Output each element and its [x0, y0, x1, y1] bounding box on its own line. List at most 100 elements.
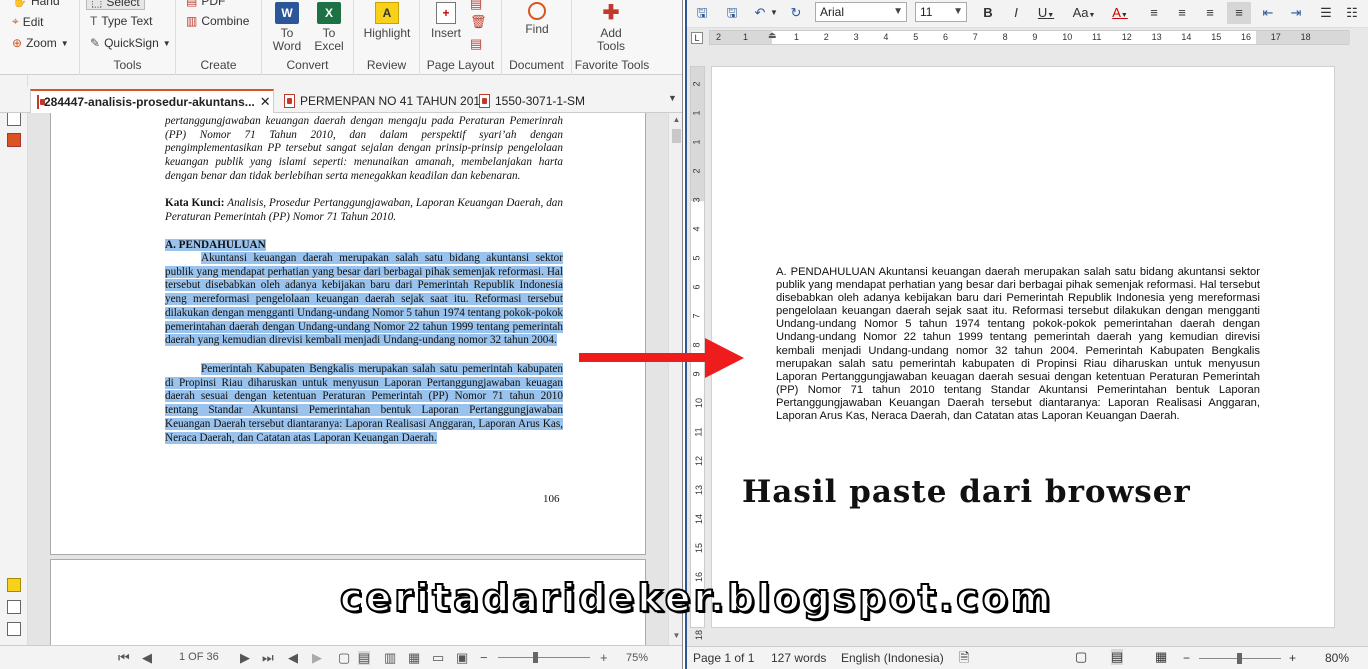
- edit-tool-button[interactable]: ⌖ Edit: [12, 14, 43, 29]
- previous-page-icon[interactable]: ◀: [142, 651, 152, 665]
- ruler-number: 15: [1211, 32, 1222, 42]
- vruler-number: 2: [691, 168, 702, 174]
- decrease-indent-icon[interactable]: ⇤: [1259, 4, 1277, 22]
- zoom-in-icon[interactable]: +: [600, 651, 608, 665]
- zoom-slider-thumb[interactable]: [533, 652, 538, 663]
- language-status[interactable]: English (Indonesia): [841, 651, 944, 665]
- ruler-number: 2: [716, 32, 722, 42]
- facing-view-icon[interactable]: ▥: [384, 651, 396, 665]
- add-tools-button[interactable]: ✚ Add Tools: [586, 0, 636, 53]
- zoom-out-icon[interactable]: −: [1183, 651, 1190, 665]
- attachment-icon[interactable]: [7, 600, 21, 614]
- comment-icon[interactable]: [7, 578, 21, 592]
- rotate-page-icon[interactable]: ▤: [470, 36, 482, 52]
- first-page-icon[interactable]: ⏮: [118, 651, 130, 665]
- increase-indent-icon[interactable]: ⇥: [1287, 4, 1305, 22]
- italic-icon[interactable]: I: [1007, 4, 1025, 22]
- highlight-button[interactable]: A Highlight: [360, 0, 414, 40]
- web-layout-icon[interactable]: ▦: [1155, 649, 1167, 665]
- side-panel-strip: [0, 75, 28, 645]
- group-title-favorite-tools: Favorite Tools: [574, 58, 650, 72]
- word-page[interactable]: A. PENDAHULUAN Akuntansi keuangan daerah…: [711, 66, 1335, 628]
- hand-tool-button[interactable]: ✋ Hand: [12, 0, 60, 8]
- ruler-number: 7: [972, 32, 978, 42]
- forward-icon[interactable]: ▶: [312, 651, 322, 665]
- search-icon: [528, 2, 546, 20]
- redo-icon[interactable]: ↻: [787, 4, 805, 22]
- change-case-icon[interactable]: Aa▼: [1069, 4, 1099, 22]
- ruler-number: 2: [823, 32, 829, 42]
- undo-icon[interactable]: ↶: [751, 4, 769, 22]
- reading-view-icon[interactable]: ▣: [456, 651, 468, 665]
- align-left-icon[interactable]: ≡: [1145, 4, 1163, 22]
- insert-button[interactable]: + Insert: [426, 0, 466, 40]
- word-zoom-level[interactable]: 80%: [1325, 651, 1349, 665]
- zoom-in-icon[interactable]: +: [1289, 651, 1296, 665]
- tab-document-1[interactable]: 284447-analisis-prosedur-akuntans... ✕: [30, 89, 274, 113]
- pdf-create-button[interactable]: ▤ PDF: [186, 0, 225, 8]
- zoom-slider[interactable]: [498, 657, 590, 658]
- next-page-icon[interactable]: ▶: [240, 651, 250, 665]
- ribbon-group-favorite-tools: ✚ Add Tools Favorite Tools: [572, 0, 652, 75]
- zoom-tool-button[interactable]: ⊕ Zoom ▼: [12, 36, 69, 50]
- properties-icon[interactable]: [7, 622, 21, 636]
- underline-icon[interactable]: U▼: [1035, 4, 1057, 22]
- continuous-view-icon[interactable]: ▤: [358, 651, 371, 665]
- delete-page-icon[interactable]: 🗑: [470, 14, 487, 30]
- print-layout-icon[interactable]: ▤: [1111, 649, 1124, 665]
- paragraph-2: Pemerintah Kabupaten Bengkalis merupakan…: [165, 363, 563, 444]
- pasted-text[interactable]: A. PENDAHULUAN Akuntansi keuangan daerah…: [776, 266, 1260, 423]
- page-thumbnails-icon[interactable]: [7, 112, 21, 126]
- read-mode-icon[interactable]: ▢: [1075, 649, 1087, 665]
- indent-marker-icon[interactable]: ⏏: [768, 30, 777, 41]
- select-tool-button[interactable]: ⬚ Select: [86, 0, 145, 10]
- close-icon[interactable]: ✕: [260, 94, 271, 110]
- quicksign-button[interactable]: ✎ QuickSign ▼: [90, 36, 171, 50]
- tab-stop-selector-icon[interactable]: L: [691, 32, 703, 44]
- vertical-scrollbar[interactable]: ▲ ▼: [668, 113, 682, 645]
- back-icon[interactable]: ◀: [288, 651, 298, 665]
- find-button[interactable]: Find: [510, 0, 564, 36]
- vruler-number: 1: [691, 110, 702, 116]
- save-as-icon[interactable]: 🖫: [723, 4, 741, 22]
- word-zoom-slider-thumb[interactable]: [1237, 653, 1242, 664]
- tab-document-3[interactable]: 1550-3071-1-SM: [473, 89, 591, 113]
- section-heading: A. PENDAHULUAN: [165, 239, 266, 251]
- save-icon[interactable]: 🖫: [693, 4, 711, 22]
- align-right-icon[interactable]: ≡: [1201, 4, 1219, 22]
- to-excel-button[interactable]: X To Excel: [310, 0, 348, 53]
- font-size-select[interactable]: 11 ▼: [915, 2, 967, 22]
- justify-icon[interactable]: ≡: [1227, 2, 1251, 24]
- layers-icon[interactable]: [7, 133, 21, 147]
- scroll-up-icon[interactable]: ▲: [669, 113, 682, 127]
- word-count-status[interactable]: 127 words: [771, 651, 826, 665]
- last-page-icon[interactable]: ⏭: [262, 651, 274, 665]
- font-name-select[interactable]: Arial ▼: [815, 2, 907, 22]
- bold-icon[interactable]: B: [979, 4, 997, 22]
- page-extract-icon[interactable]: ▤: [470, 0, 482, 12]
- combine-button[interactable]: ▥ Combine: [186, 14, 249, 28]
- to-word-button[interactable]: W To Word: [268, 0, 306, 53]
- numbering-icon[interactable]: ☷: [1343, 4, 1361, 22]
- type-text-button[interactable]: T Type Text: [90, 14, 152, 28]
- page-indicator[interactable]: 1 OF 36: [179, 650, 219, 664]
- continuous-facing-view-icon[interactable]: ▦: [408, 651, 420, 665]
- tab-document-2[interactable]: PERMENPAN NO 41 TAHUN 2018: [278, 89, 493, 113]
- page-count-status[interactable]: Page 1 of 1: [693, 651, 754, 665]
- proofing-icon[interactable]: 🗎: [959, 649, 969, 669]
- scroll-thumb[interactable]: [672, 129, 681, 143]
- zoom-out-icon[interactable]: −: [480, 651, 488, 665]
- blog-watermark: ceritadarideker.blogspot.com: [339, 575, 1054, 621]
- bullets-icon[interactable]: ☰: [1317, 4, 1335, 22]
- ruler-number: 1: [794, 32, 800, 42]
- scroll-down-icon[interactable]: ▼: [669, 629, 682, 643]
- font-color-icon[interactable]: A▼: [1107, 4, 1133, 22]
- single-page-view-icon[interactable]: ▢: [338, 651, 350, 665]
- align-center-icon[interactable]: ≡: [1173, 4, 1191, 22]
- red-arrow-annotation: [579, 338, 744, 378]
- horizontal-ruler[interactable]: 2 1 1 2 3 4 5 6 7 8 9 10 11 12 13 14 15 16 17 18 ⏏: [709, 30, 1350, 45]
- tab-list-chevron-icon[interactable]: ▼: [668, 93, 677, 103]
- undo-dropdown-icon[interactable]: ▼: [769, 4, 779, 22]
- fullscreen-view-icon[interactable]: ▭: [432, 651, 444, 665]
- zoom-level[interactable]: 75%: [626, 651, 648, 665]
